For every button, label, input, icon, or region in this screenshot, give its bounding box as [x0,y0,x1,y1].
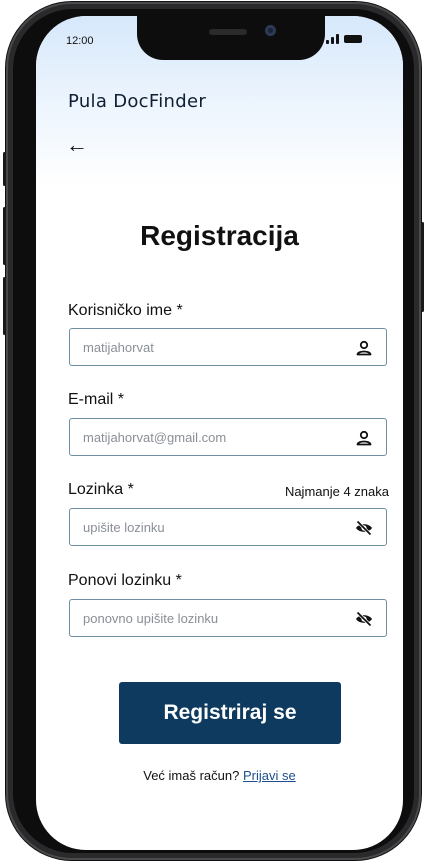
back-button[interactable]: ← [66,132,88,158]
login-link[interactable]: Prijavi se [243,768,296,783]
password-repeat-field[interactable] [69,599,387,637]
email-input[interactable] [83,419,333,455]
battery-icon [344,35,362,43]
phone-volume-down-button [3,277,6,335]
user-icon [356,340,372,356]
page-title: Registracija [140,220,299,251]
username-label: Korisničko ime * [68,302,183,319]
eye-off-icon[interactable] [354,518,374,538]
notch [137,16,325,60]
eye-off-icon[interactable] [354,609,374,629]
login-prompt: Već imaš račun? Prijavi se [36,768,403,783]
phone-power-button [421,222,424,312]
username-field[interactable] [69,328,387,366]
camera-icon [265,25,276,36]
password-repeat-label: Ponovi lozinku * [68,572,182,589]
phone-screen: 12:00 Pula DocFinder ← Registracija Kori… [36,16,403,850]
email-label: E-mail * [68,391,125,408]
login-prompt-text: Već imaš račun? [143,768,240,783]
register-button[interactable]: Registriraj se [119,682,341,744]
email-field[interactable] [69,418,387,456]
status-time: 12:00 [66,35,94,47]
phone-frame: 12:00 Pula DocFinder ← Registracija Kori… [3,2,424,860]
phone-volume-up-button [3,207,6,265]
password-input[interactable] [83,509,333,545]
app-title: Pula DocFinder [68,91,207,112]
arrow-left-icon: ← [66,132,88,157]
speaker-grille [209,29,247,35]
password-hint: Najmanje 4 znaka [284,484,389,499]
status-icons [326,34,362,44]
password-repeat-input[interactable] [83,600,333,636]
username-input[interactable] [83,329,333,365]
phone-side-button [3,152,6,186]
user-icon [356,430,372,446]
password-label: Lozinka * [68,481,134,498]
signal-icon [326,34,339,44]
password-field[interactable] [69,508,387,546]
